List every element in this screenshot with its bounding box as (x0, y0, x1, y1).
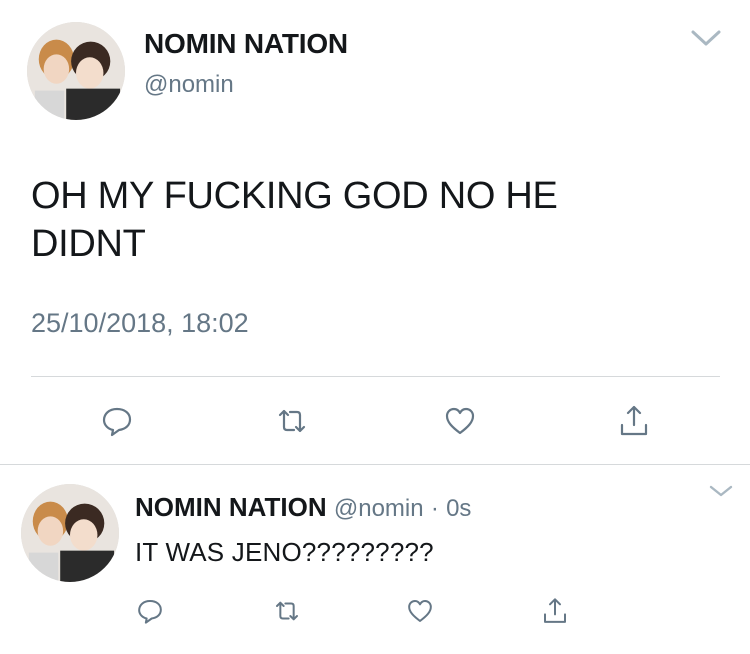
chevron-down-icon[interactable] (708, 484, 734, 498)
avatar-photo (21, 484, 119, 582)
reply-time: 0s (446, 495, 472, 522)
reply-icon[interactable] (97, 401, 137, 441)
retweet-icon[interactable] (272, 401, 312, 441)
avatar-photo (27, 22, 125, 120)
author-name[interactable]: NOMIN NATION (144, 28, 348, 60)
reply-icon[interactable] (133, 594, 167, 628)
like-icon[interactable] (403, 594, 437, 628)
author-avatar[interactable] (27, 22, 125, 120)
reply-author-avatar[interactable] (21, 484, 119, 582)
author-handle[interactable]: @nomin (144, 71, 234, 99)
reply-author-name[interactable]: NOMIN NATION (135, 492, 327, 522)
share-icon[interactable] (614, 401, 654, 441)
retweet-icon[interactable] (270, 594, 304, 628)
share-icon[interactable] (538, 594, 572, 628)
reply-author-handle[interactable]: @nomin (334, 495, 424, 522)
tweet-text: OH MY FUCKING GOD NO HE DIDNT (31, 175, 558, 265)
reply-header: NOMIN NATION @nomin · 0s (135, 492, 471, 523)
divider (31, 376, 720, 377)
tweet-timestamp: 25/10/2018, 18:02 (31, 308, 249, 338)
chevron-down-icon[interactable] (690, 28, 722, 48)
separator-dot: · (430, 495, 439, 522)
reply-text: IT WAS JENO????????? (135, 537, 434, 567)
divider (0, 464, 750, 465)
like-icon[interactable] (440, 401, 480, 441)
